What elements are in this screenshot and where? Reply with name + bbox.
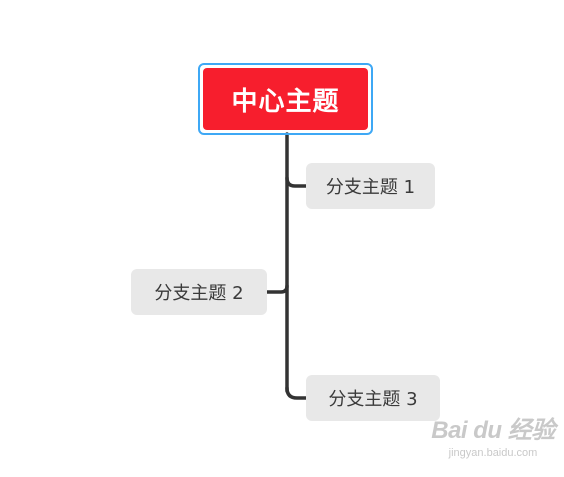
central-topic-selection[interactable]: 中心主题 xyxy=(198,63,373,135)
branch-topic-2[interactable]: 分支主题 2 xyxy=(131,269,267,315)
central-topic[interactable]: 中心主题 xyxy=(203,68,368,130)
connector-branch-2 xyxy=(265,284,289,294)
branch-topic-3[interactable]: 分支主题 3 xyxy=(306,375,440,421)
connector-branch-3 xyxy=(285,386,308,400)
mindmap-canvas[interactable]: 中心主题 分支主题 1 分支主题 2 分支主题 3 xyxy=(0,0,564,477)
connector-branch-1 xyxy=(285,176,308,188)
branch-topic-1[interactable]: 分支主题 1 xyxy=(306,163,435,209)
